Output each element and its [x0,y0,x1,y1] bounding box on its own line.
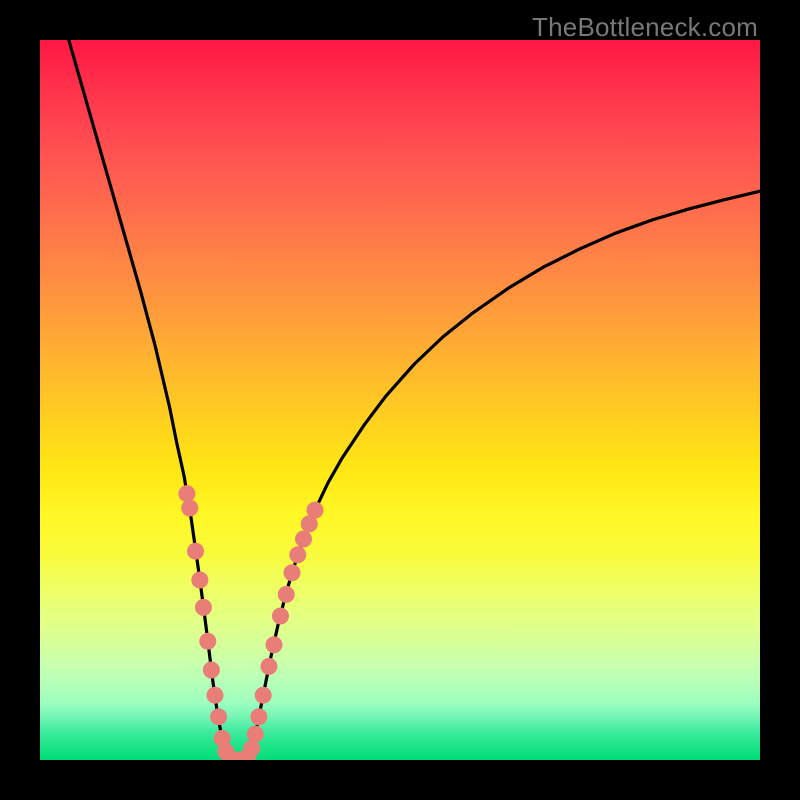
data-marker [266,636,283,653]
data-marker [307,502,324,519]
data-marker [181,500,198,517]
data-marker [191,572,208,589]
data-marker [295,530,312,547]
data-marker [284,564,301,581]
data-marker [260,658,277,675]
data-marker [278,586,295,603]
marker-layer [40,40,760,760]
data-marker [250,708,267,725]
data-marker [187,543,204,560]
plot-area [40,40,760,760]
data-marker [178,485,195,502]
data-marker [195,599,212,616]
data-marker [255,687,272,704]
data-marker [247,726,264,743]
data-marker [206,687,223,704]
data-marker [272,608,289,625]
data-marker [210,708,227,725]
data-marker [203,662,220,679]
data-marker [199,633,216,650]
chart-container: TheBottleneck.com [0,0,800,800]
data-marker [289,546,306,563]
data-marker [243,740,260,757]
watermark-text: TheBottleneck.com [532,12,758,43]
